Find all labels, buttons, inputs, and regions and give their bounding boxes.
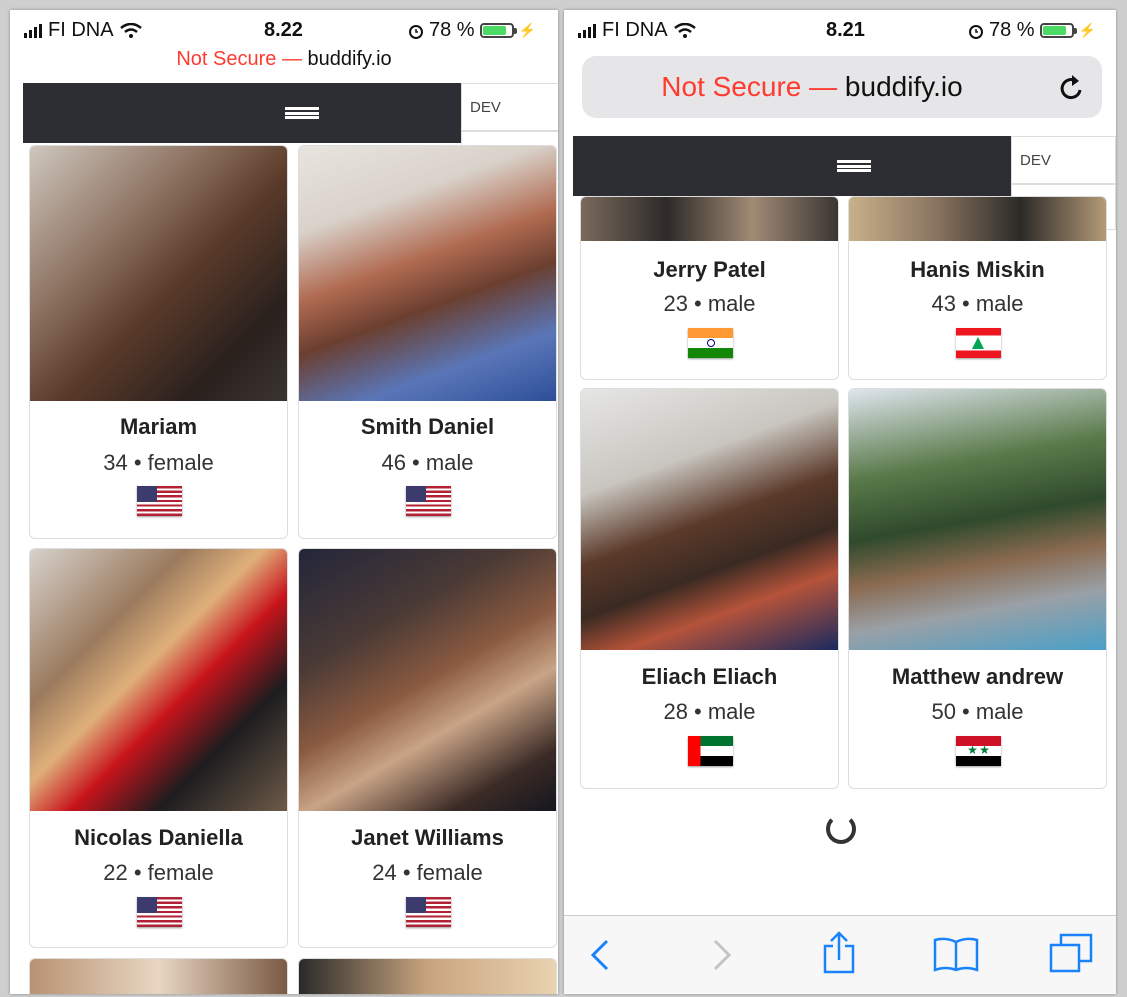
- battery-icon: [1039, 23, 1077, 38]
- profile-name[interactable]: Mariam: [30, 414, 287, 440]
- domain-label: buddify.io: [307, 48, 392, 70]
- profile-card[interactable]: Janet Williams 24 • female: [298, 548, 557, 948]
- profile-photo[interactable]: [299, 959, 556, 994]
- profile-name[interactable]: Hanis Miskin: [849, 257, 1106, 283]
- profile-photo[interactable]: [581, 389, 838, 650]
- profile-card[interactable]: Eliach Eliach 28 • male: [580, 388, 839, 789]
- status-time: 8.22: [264, 19, 303, 41]
- forward-icon[interactable]: [712, 938, 732, 972]
- profile-info: 24 • female: [372, 860, 483, 885]
- safari-toolbar: [564, 915, 1116, 994]
- profile-photo[interactable]: [849, 389, 1106, 650]
- us-flag-icon: [405, 897, 451, 927]
- us-flag-icon: [405, 486, 451, 516]
- profile-info: 28 • male: [663, 699, 756, 724]
- menu-icon[interactable]: [285, 107, 319, 119]
- profile-name[interactable]: Smith Daniel: [299, 414, 556, 440]
- carrier-label: FI DNA: [602, 19, 668, 41]
- profile-name[interactable]: Matthew andrew: [849, 664, 1106, 690]
- wifi-icon: [673, 22, 696, 38]
- not-secure-label: Not Secure —: [176, 48, 302, 70]
- profile-photo[interactable]: [581, 197, 838, 241]
- profile-info: 23 • male: [663, 291, 756, 316]
- signal-icon: [578, 23, 596, 38]
- profile-photo[interactable]: [299, 549, 556, 811]
- us-flag-icon: [136, 486, 182, 516]
- profile-card[interactable]: [29, 958, 288, 994]
- profile-card[interactable]: Hanis Miskin 43 • male: [848, 196, 1107, 380]
- share-icon[interactable]: [822, 930, 856, 974]
- status-bar: FI DNA 8.22 78 % ⚡: [10, 10, 558, 44]
- env-menu-dev[interactable]: DEV: [1011, 136, 1116, 184]
- charging-icon: ⚡: [1078, 22, 1097, 38]
- status-bar: FI DNA 8.21 78 % ⚡: [564, 10, 1116, 44]
- us-flag-icon: [136, 897, 182, 927]
- site-navbar: [573, 136, 1011, 196]
- syria-flag-icon: [955, 736, 1001, 766]
- profile-card[interactable]: Nicolas Daniella 22 • female: [29, 548, 288, 948]
- address-bar[interactable]: Not Secure — buddify.io: [10, 48, 558, 71]
- wifi-icon: [119, 22, 142, 38]
- profile-photo[interactable]: [849, 197, 1106, 241]
- profile-name[interactable]: Nicolas Daniella: [30, 825, 287, 851]
- uae-flag-icon: [687, 736, 733, 766]
- profile-card[interactable]: Jerry Patel 23 • male: [580, 196, 839, 380]
- profile-info: 43 • male: [931, 291, 1024, 316]
- domain-label: buddify.io: [844, 71, 963, 102]
- profile-photo[interactable]: [299, 146, 556, 401]
- profile-name[interactable]: Janet Williams: [299, 825, 556, 851]
- profile-info: 46 • male: [381, 450, 474, 475]
- battery-percent: 78 %: [429, 19, 475, 41]
- profile-photo[interactable]: [30, 959, 287, 994]
- menu-icon[interactable]: [837, 160, 871, 172]
- profile-card[interactable]: Mariam 34 • female: [29, 145, 288, 539]
- carrier-label: FI DNA: [48, 19, 114, 41]
- profile-name[interactable]: Jerry Patel: [581, 257, 838, 283]
- profile-card[interactable]: Matthew andrew 50 • male: [848, 388, 1107, 789]
- profile-info: 34 • female: [103, 450, 214, 475]
- lebanon-flag-icon: [955, 328, 1001, 358]
- status-time: 8.21: [826, 19, 865, 41]
- battery-icon: [479, 23, 517, 38]
- charging-icon: ⚡: [518, 22, 537, 38]
- profile-info: 22 • female: [103, 860, 214, 885]
- profile-card[interactable]: Smith Daniel 46 • male: [298, 145, 557, 539]
- loading-spinner-icon: [826, 814, 856, 844]
- left-screenshot: FI DNA 8.22 78 % ⚡ Not Secure — buddify.…: [10, 10, 558, 994]
- profile-card[interactable]: [298, 958, 557, 994]
- address-bar[interactable]: Not Secure — buddify.io: [582, 56, 1102, 118]
- profile-name[interactable]: Eliach Eliach: [581, 664, 838, 690]
- env-menu-dev[interactable]: DEV: [461, 83, 558, 131]
- signal-icon: [24, 23, 42, 38]
- profile-photo[interactable]: [30, 549, 287, 811]
- right-screenshot: FI DNA 8.21 78 % ⚡ Not Secure — buddify.…: [564, 10, 1116, 994]
- back-icon[interactable]: [590, 938, 610, 972]
- bookmarks-icon[interactable]: [932, 936, 980, 972]
- india-flag-icon: [687, 328, 733, 358]
- profile-photo[interactable]: [30, 146, 287, 401]
- not-secure-label: Not Secure —: [661, 71, 838, 102]
- profile-info: 50 • male: [931, 699, 1024, 724]
- alarm-icon: [969, 24, 983, 39]
- battery-percent: 78 %: [989, 19, 1035, 41]
- alarm-icon: [409, 24, 423, 39]
- reload-icon[interactable]: [1058, 72, 1086, 102]
- tabs-icon[interactable]: [1048, 932, 1094, 974]
- site-navbar: [23, 83, 463, 143]
